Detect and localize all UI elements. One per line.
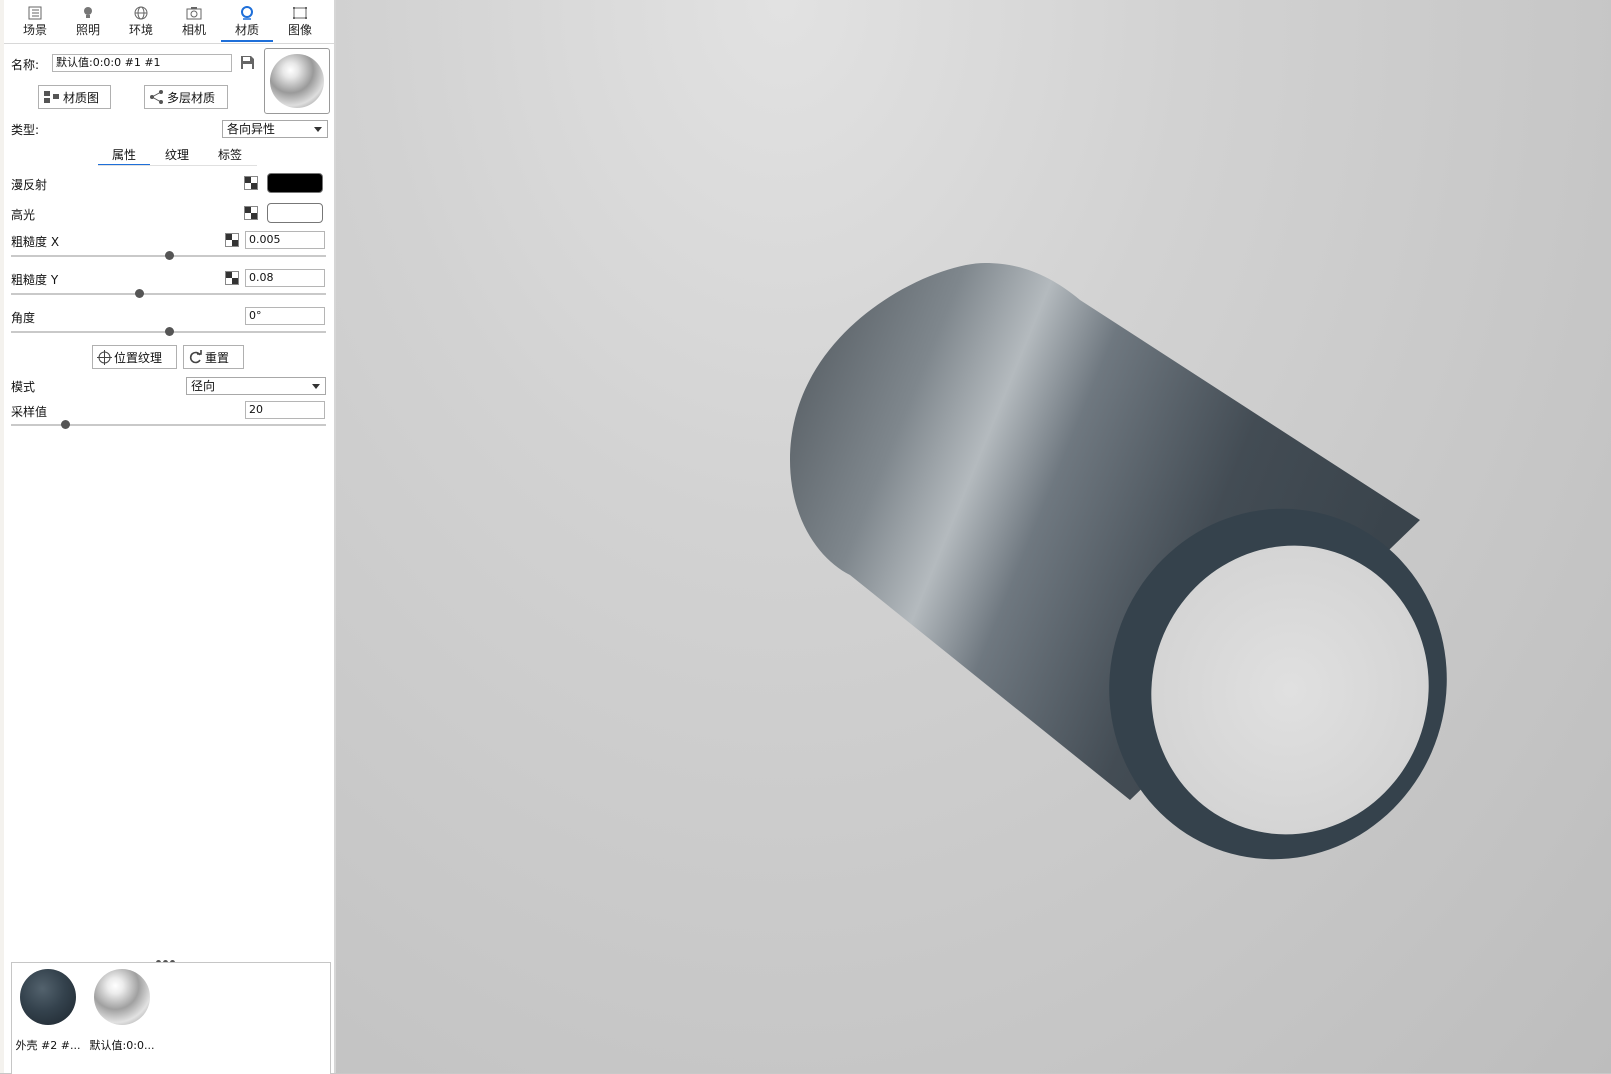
material-graph-button[interactable]: 材质图 [38, 85, 111, 109]
diffuse-label: 漫反射 [11, 178, 48, 192]
left-panel: 场景 照明 环境 相机 材质 图像 名称: 默认值:0:0:0 #1 #1 材质… [0, 0, 336, 1074]
share-icon [150, 90, 163, 104]
roughness-x-input[interactable]: 0.005 [245, 231, 325, 249]
tab-scene[interactable]: 场景 [9, 4, 61, 42]
slider-thumb[interactable] [164, 251, 174, 260]
mode-value: 径向 [191, 379, 216, 393]
top-tabs: 场景 照明 环境 相机 材质 图像 [4, 0, 334, 44]
material-preview [264, 48, 330, 114]
library-item-label: 默认值:0:0... [89, 1039, 155, 1052]
tab-label: 图像 [287, 23, 312, 37]
type-value: 各向异性 [227, 122, 276, 136]
name-input[interactable]: 默认值:0:0:0 #1 #1 [52, 54, 232, 72]
cylinder-render [790, 263, 1447, 860]
reset-label: 重置 [205, 350, 230, 365]
tab-label: 相机 [181, 23, 206, 37]
material-graph-label: 材质图 [63, 90, 100, 105]
slider-thumb[interactable] [60, 420, 70, 429]
library-item[interactable]: 默认值:0:0... [87, 969, 157, 1053]
texture-map-icon[interactable] [225, 271, 239, 285]
graph-icon [44, 91, 59, 103]
place-texture-button[interactable]: 位置纹理 [92, 345, 177, 369]
roughness-x-slider[interactable] [11, 251, 326, 260]
tab-lighting[interactable]: 照明 [62, 4, 114, 42]
chevron-down-icon [312, 384, 320, 389]
tab-label: 环境 [128, 23, 153, 37]
roughness-y-slider[interactable] [11, 289, 326, 298]
texture-map-icon[interactable] [225, 233, 239, 247]
angle-input[interactable]: 0° [245, 307, 325, 325]
image-icon [293, 7, 307, 19]
type-label: 类型: [11, 123, 40, 137]
samples-label: 采样值 [11, 405, 48, 419]
panel-edge [0, 0, 4, 1073]
samples-input[interactable]: 20 [245, 401, 325, 419]
multilayer-label: 多层材质 [167, 90, 216, 105]
name-label: 名称: [11, 58, 40, 72]
render-viewport[interactable] [336, 0, 1611, 1073]
multilayer-material-button[interactable]: 多层材质 [144, 85, 228, 109]
slider-thumb[interactable] [134, 289, 144, 298]
camera-icon [186, 7, 202, 20]
library-item[interactable]: 外壳 #2 #... [13, 969, 83, 1053]
tab-label: 场景 [22, 23, 47, 37]
specular-color-swatch[interactable] [267, 203, 323, 223]
subtab-label[interactable]: 标签 [204, 146, 256, 164]
mode-select[interactable]: 径向 [186, 377, 326, 395]
tab-label: 照明 [75, 23, 100, 37]
material-icon [241, 6, 253, 20]
diffuse-color-swatch[interactable] [267, 173, 323, 193]
preview-sphere [270, 54, 324, 108]
tab-material[interactable]: 材质 [221, 4, 273, 42]
type-select[interactable]: 各向异性 [222, 120, 328, 138]
material-thumbnail [94, 969, 150, 1025]
crosshair-icon [97, 349, 112, 365]
samples-slider[interactable] [11, 420, 326, 429]
save-icon[interactable] [240, 55, 255, 70]
refresh-icon [189, 349, 202, 363]
subtab-divider [98, 165, 257, 166]
texture-map-icon[interactable] [244, 206, 258, 220]
subtab-properties[interactable]: 属性 [98, 146, 150, 166]
reset-button[interactable]: 重置 [183, 345, 244, 369]
roughness-y-input[interactable]: 0.08 [245, 269, 325, 287]
globe-icon [134, 6, 148, 20]
tab-image[interactable]: 图像 [274, 4, 326, 42]
place-texture-label: 位置纹理 [114, 350, 163, 365]
angle-slider[interactable] [11, 327, 326, 336]
bulb-icon [84, 7, 92, 18]
slider-thumb[interactable] [164, 327, 174, 336]
chevron-down-icon [314, 127, 322, 132]
material-library: 外壳 #2 #... 默认值:0:0... [11, 962, 331, 1074]
tab-environment[interactable]: 环境 [115, 4, 167, 42]
roughness-y-label: 粗糙度 Y [11, 273, 59, 287]
subtab-texture[interactable]: 纹理 [151, 146, 203, 164]
scene-icon [28, 6, 42, 20]
angle-label: 角度 [11, 311, 36, 325]
tab-label: 材质 [234, 23, 259, 37]
specular-label: 高光 [11, 208, 36, 222]
library-item-label: 外壳 #2 #... [15, 1039, 81, 1052]
mode-label: 模式 [11, 380, 36, 394]
tab-camera[interactable]: 相机 [168, 4, 220, 42]
material-thumbnail [20, 969, 76, 1025]
texture-map-icon[interactable] [244, 176, 258, 190]
roughness-x-label: 粗糙度 X [11, 235, 60, 249]
